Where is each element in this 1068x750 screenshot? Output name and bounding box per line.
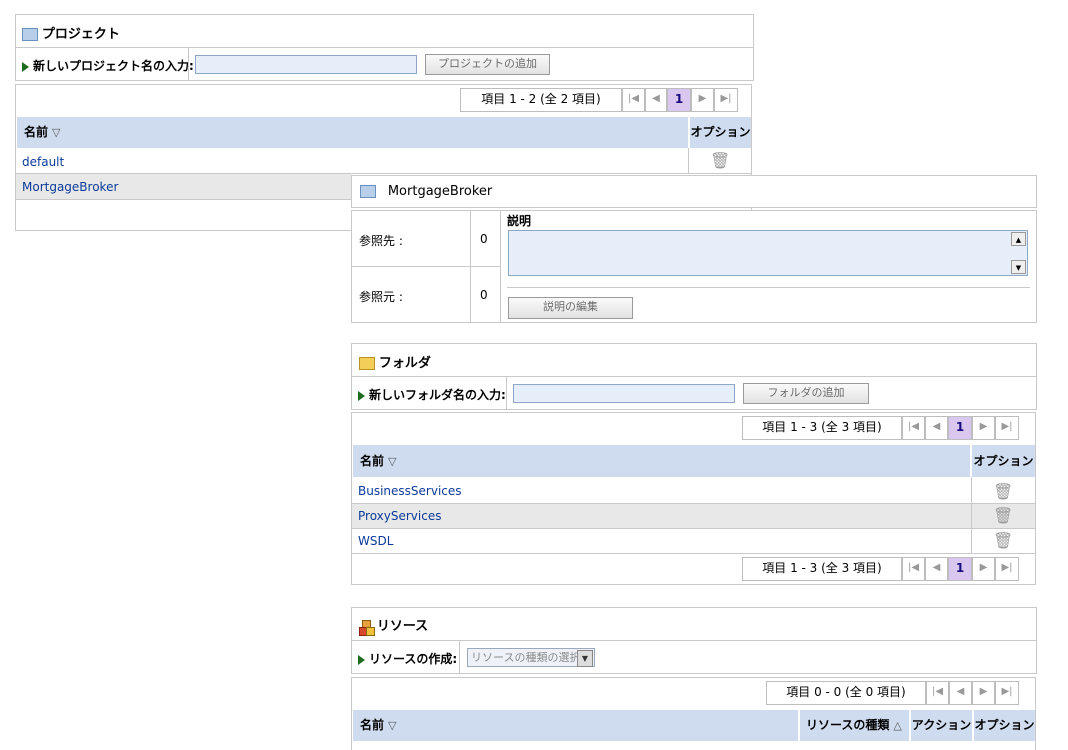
project-title-row: プロジェクト xyxy=(22,23,120,42)
folder-row-businessservices[interactable]: BusinessServices xyxy=(358,484,462,498)
page-number[interactable]: 1 xyxy=(667,88,691,112)
next-page-icon[interactable]: ▶ xyxy=(972,416,995,440)
ref-from-value: 0 xyxy=(480,288,488,302)
folder-title: フォルダ xyxy=(378,356,431,371)
first-page-icon[interactable]: |◀ xyxy=(622,88,645,112)
trash-icon[interactable]: 🗑 xyxy=(710,151,730,170)
folder-row-proxyservices-bg xyxy=(352,504,1035,528)
project-title: プロジェクト xyxy=(41,27,120,42)
new-folder-label-row: 新しいフォルダ名の入力: xyxy=(358,386,506,403)
project-pager-info: 項目 1 - 2 (全 2 項目) xyxy=(460,88,622,112)
edit-description-button[interactable]: 説明の編集 xyxy=(508,297,633,319)
next-page-icon[interactable]: ▶ xyxy=(972,557,995,581)
last-page-icon[interactable]: ▶| xyxy=(995,681,1019,705)
sort-desc-icon[interactable]: ▽ xyxy=(52,126,60,139)
first-page-icon[interactable]: |◀ xyxy=(902,416,925,440)
prev-page-icon[interactable]: ◀ xyxy=(949,681,972,705)
first-page-icon[interactable]: |◀ xyxy=(902,557,925,581)
project-icon xyxy=(22,28,38,41)
detail-title: MortgageBroker xyxy=(387,184,493,199)
sort-desc-icon[interactable]: ▽ xyxy=(388,719,396,732)
folder-icon xyxy=(359,357,375,370)
resource-pager-info: 項目 0 - 0 (全 0 項目) xyxy=(766,681,926,705)
scroll-up-icon[interactable]: ▲ xyxy=(1011,232,1026,246)
first-page-icon[interactable]: |◀ xyxy=(926,681,949,705)
name-column-header[interactable]: 名前 ▽ xyxy=(17,117,688,148)
detail-title-row: MortgageBroker xyxy=(360,184,492,199)
folder-table-panel: 項目 1 - 3 (全 3 項目) |◀ ◀ 1 ▶ ▶| 名前 ▽ オプション … xyxy=(351,412,1036,585)
ref-from-label: 参照元 : xyxy=(359,290,403,304)
trash-icon[interactable]: 🗑 xyxy=(993,482,1013,501)
folder-pager-info-bottom: 項目 1 - 3 (全 3 項目) xyxy=(742,557,902,581)
resource-table-panel: 項目 0 - 0 (全 0 項目) |◀ ◀ ▶ ▶| 名前 ▽ リソースの種類 △… xyxy=(351,677,1036,750)
options-column-header: オプション xyxy=(690,117,751,148)
last-page-icon[interactable]: ▶| xyxy=(714,88,738,112)
name-column-header[interactable]: 名前 ▽ xyxy=(353,445,970,477)
trash-icon[interactable]: 🗑 xyxy=(993,506,1013,525)
prev-page-icon[interactable]: ◀ xyxy=(925,557,948,581)
chevron-down-icon[interactable]: ▼ xyxy=(577,650,593,667)
resource-icon xyxy=(359,619,375,636)
ref-to-label: 参照先 : xyxy=(359,234,403,248)
project-table-panel: 項目 1 - 2 (全 2 項目) |◀ ◀ 1 ▶ ▶| 名前 ▽ オプション … xyxy=(15,84,752,231)
resource-title-row: リソース xyxy=(359,615,429,636)
create-resource-label: リソースの作成: xyxy=(369,652,458,666)
project-row-mortgagebroker[interactable]: MortgageBroker xyxy=(22,180,118,194)
options-column-header: オプション xyxy=(974,710,1035,741)
add-folder-button[interactable]: フォルダの追加 xyxy=(743,383,869,404)
folder-header-panel: フォルダ 新しいフォルダ名の入力: フォルダの追加 xyxy=(351,343,1037,410)
detail-header-panel: MortgageBroker xyxy=(351,175,1037,208)
new-project-input[interactable] xyxy=(195,55,417,74)
prev-page-icon[interactable]: ◀ xyxy=(925,416,948,440)
detail-body-panel: 参照先 : 0 参照元 : 0 説明 ▲ ▼ 説明の編集 xyxy=(351,210,1037,323)
name-column-header[interactable]: 名前 ▽ xyxy=(353,710,798,741)
resource-type-select[interactable]: リソースの種類の選択 ▼ xyxy=(467,648,595,667)
new-folder-label: 新しいフォルダ名の入力: xyxy=(369,388,506,402)
description-label: 説明 xyxy=(507,214,532,228)
folder-row-wsdl[interactable]: WSDL xyxy=(358,534,393,548)
new-project-label: 新しいプロジェクト名の入力: xyxy=(33,59,194,73)
last-page-icon[interactable]: ▶| xyxy=(995,557,1019,581)
folder-pager-info: 項目 1 - 3 (全 3 項目) xyxy=(742,416,902,440)
resource-type-column-header[interactable]: リソースの種類 △ xyxy=(800,710,909,741)
add-project-button[interactable]: プロジェクトの追加 xyxy=(425,54,550,75)
sort-desc-icon[interactable]: ▽ xyxy=(388,455,396,468)
folder-row-proxyservices[interactable]: ProxyServices xyxy=(358,509,441,523)
project-icon xyxy=(360,185,376,198)
ref-to-value: 0 xyxy=(480,232,488,246)
trash-icon[interactable]: 🗑 xyxy=(993,531,1013,550)
expand-arrow-icon xyxy=(358,390,365,401)
next-page-icon[interactable]: ▶ xyxy=(972,681,995,705)
create-resource-label-row: リソースの作成: xyxy=(358,650,457,667)
resource-header-panel: リソース リソースの作成: リソースの種類の選択 ▼ xyxy=(351,607,1037,674)
action-column-header: アクション xyxy=(911,710,972,741)
next-page-icon[interactable]: ▶ xyxy=(691,88,714,112)
project-header-panel: プロジェクト 新しいプロジェクト名の入力: プロジェクトの追加 xyxy=(15,14,754,81)
page-number[interactable]: 1 xyxy=(948,416,972,440)
resource-title: リソース xyxy=(376,619,429,634)
expand-arrow-icon xyxy=(22,61,29,72)
folder-title-row: フォルダ xyxy=(359,352,431,371)
new-folder-input[interactable] xyxy=(513,384,735,403)
project-row-default[interactable]: default xyxy=(22,155,64,169)
sort-asc-icon[interactable]: △ xyxy=(893,719,901,732)
last-page-icon[interactable]: ▶| xyxy=(995,416,1019,440)
prev-page-icon[interactable]: ◀ xyxy=(645,88,667,112)
scroll-down-icon[interactable]: ▼ xyxy=(1011,260,1026,274)
expand-arrow-icon xyxy=(358,654,365,665)
page-number-bottom[interactable]: 1 xyxy=(948,557,972,581)
new-project-label-row: 新しいプロジェクト名の入力: xyxy=(22,57,194,74)
options-column-header: オプション xyxy=(972,445,1035,477)
description-textarea[interactable] xyxy=(508,230,1028,276)
